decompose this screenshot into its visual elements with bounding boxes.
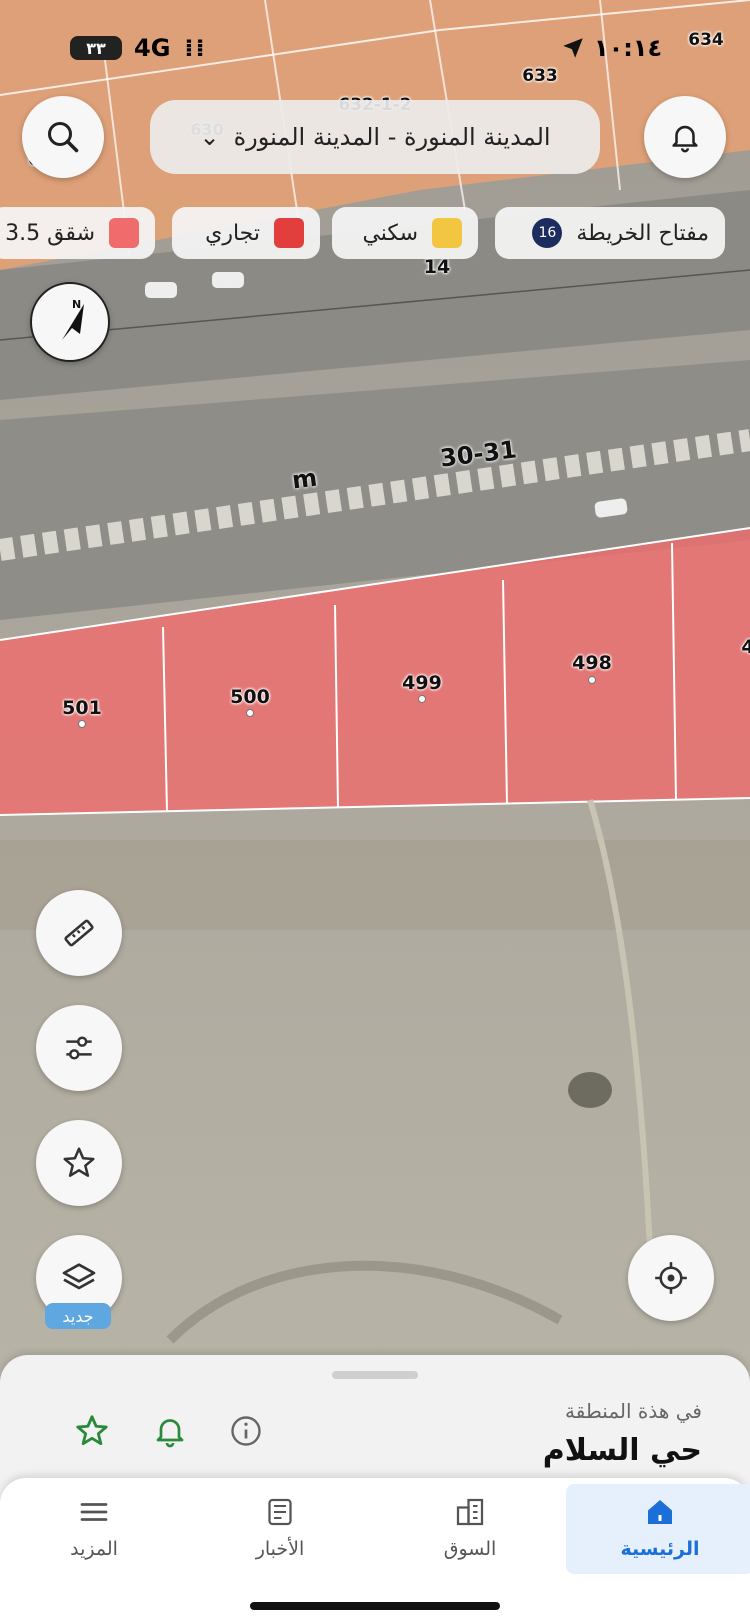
buildings-icon	[456, 1498, 484, 1526]
map-key-button[interactable]: مفتاح الخريطة 16	[495, 207, 725, 259]
star-icon	[63, 1147, 95, 1177]
city-selector[interactable]: ⌄ المدينة المنورة - المدينة المنورة	[150, 100, 600, 174]
legend-item-residential[interactable]: سكني	[332, 207, 478, 259]
chevron-down-icon: ⌄	[199, 123, 220, 151]
notifications-button[interactable]	[644, 96, 726, 178]
apartments-swatch	[109, 218, 139, 248]
plot-marker[interactable]	[588, 676, 596, 684]
status-right: ١٠:١٤	[560, 28, 662, 68]
clock: ١٠:١٤	[594, 34, 663, 62]
area-caption: في هذة المنطقة	[565, 1399, 702, 1423]
tab-label: السوق	[443, 1538, 497, 1560]
bell-icon	[672, 125, 698, 153]
plot-label-633: 633	[522, 66, 558, 86]
plot-label-partial[interactable]: 4	[741, 636, 750, 658]
svg-text:N: N	[72, 298, 81, 311]
new-badge: جديد	[45, 1303, 111, 1329]
bell-icon	[156, 1419, 184, 1448]
my-location-button[interactable]	[628, 1235, 714, 1321]
plot-label-501[interactable]: 501	[62, 697, 102, 719]
tab-news[interactable]: الأخبار	[186, 1484, 374, 1574]
legend-label: سكني	[362, 220, 418, 246]
newspaper-icon	[268, 1498, 292, 1526]
tab-more[interactable]: المزيد	[0, 1484, 188, 1574]
plot-marker[interactable]	[246, 709, 254, 717]
sliders-icon	[66, 1036, 92, 1060]
home-icon	[648, 1500, 672, 1524]
favorites-button[interactable]	[36, 1120, 122, 1206]
legend-label: شقق 3.5	[5, 220, 95, 246]
tab-label: الأخبار	[255, 1538, 305, 1560]
ruler-icon	[64, 919, 94, 947]
status-left: ٣٣ 4G ⁞⁞	[70, 28, 207, 68]
location-arrow-icon	[563, 38, 583, 58]
measure-button[interactable]	[36, 890, 122, 976]
signal-icon: ⁞⁞	[184, 34, 207, 62]
tab-bar: الرئيسية السوق الأخبار المزيد	[0, 1478, 750, 1624]
home-indicator	[250, 1602, 500, 1610]
map-key-label: مفتاح الخريطة	[576, 220, 709, 246]
area-favorite-button[interactable]	[68, 1407, 116, 1455]
layers-icon	[62, 1263, 96, 1290]
info-icon	[231, 1416, 261, 1446]
road-unit-label: m	[290, 463, 319, 495]
battery-icon: ٣٣	[70, 36, 122, 60]
info-button[interactable]	[222, 1407, 270, 1455]
area-alert-button[interactable]	[146, 1407, 194, 1455]
residential-swatch	[432, 218, 462, 248]
map-key-count: 16	[532, 218, 563, 248]
plot-label-14: 14	[423, 256, 451, 278]
sheet-handle[interactable]	[332, 1371, 418, 1379]
legend-item-commercial[interactable]: تجاري	[172, 207, 320, 259]
menu-icon	[80, 1503, 108, 1521]
tab-label: المزيد	[70, 1538, 118, 1560]
plot-label-500[interactable]: 500	[230, 686, 270, 708]
plot-label-498[interactable]: 498	[572, 652, 612, 674]
legend-item-apartments[interactable]: شقق 3.5	[0, 207, 155, 259]
plot-marker[interactable]	[78, 720, 86, 728]
crosshair-icon	[655, 1262, 687, 1294]
search-button[interactable]	[22, 96, 104, 178]
plot-label-499[interactable]: 499	[402, 672, 442, 694]
star-icon	[76, 1415, 108, 1446]
city-label: المدينة المنورة - المدينة المنورة	[233, 123, 551, 151]
plot-label-634: 634	[688, 30, 724, 50]
compass-button[interactable]: N	[30, 282, 110, 362]
tab-home[interactable]: الرئيسية	[566, 1484, 750, 1574]
tab-market[interactable]: السوق	[376, 1484, 564, 1574]
filter-button[interactable]	[36, 1005, 122, 1091]
legend-label: تجاري	[205, 220, 260, 246]
tab-label: الرئيسية	[620, 1538, 700, 1560]
network-label: 4G	[134, 34, 171, 62]
plot-marker[interactable]	[418, 695, 426, 703]
compass-icon: N	[62, 298, 84, 340]
commercial-swatch	[274, 218, 304, 248]
area-name: حي السلام	[542, 1433, 702, 1468]
search-icon	[48, 122, 79, 153]
